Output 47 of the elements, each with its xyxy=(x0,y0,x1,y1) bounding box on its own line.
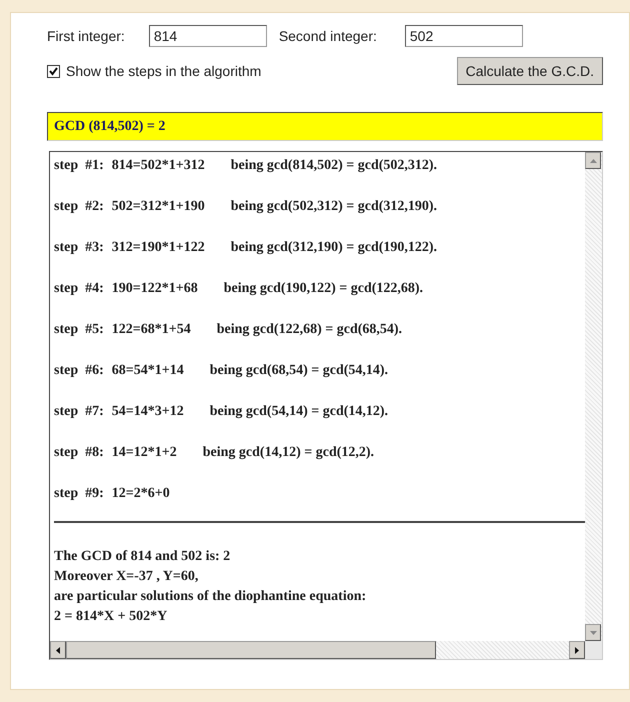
step-equation: 190=122*1+68 xyxy=(112,281,198,296)
step-note: being gcd(814,502) = gcd(502,312). xyxy=(230,158,438,175)
second-integer-label: Second integer: xyxy=(278,28,377,44)
calculate-button[interactable]: Calculate the G.C.D. xyxy=(456,57,603,85)
scroll-left-icon[interactable] xyxy=(50,641,66,659)
step-label: step #5: xyxy=(54,322,104,339)
step-label: step #8: xyxy=(54,445,104,462)
step-label: step #4: xyxy=(54,281,104,298)
step-equation: 502=312*1+190 xyxy=(112,199,205,214)
step-label: step #6: xyxy=(54,363,104,380)
step-label: step #9: xyxy=(54,486,104,503)
summary-line: 2 = 814*X + 502*Y xyxy=(54,609,168,624)
step-equation: 122=68*1+54 xyxy=(112,322,191,337)
horizontal-scrollbar[interactable] xyxy=(50,641,585,659)
step-note: being gcd(54,14) = gcd(14,12). xyxy=(210,404,388,421)
step-equation: 312=190*1+122 xyxy=(112,240,205,255)
summary-line: The GCD of 814 and 502 is: 2 xyxy=(54,549,230,564)
step-label: step #7: xyxy=(54,404,104,421)
step-note: being gcd(68,54) = gcd(54,14). xyxy=(210,363,388,380)
step-label: step #3: xyxy=(54,240,104,257)
summary-line: Moreover X=-37 , Y=60, xyxy=(54,569,198,584)
checkmark-icon xyxy=(49,66,58,76)
step-label: step #1: xyxy=(54,158,104,175)
step-note: being gcd(502,312) = gcd(312,190). xyxy=(230,199,438,216)
scroll-up-icon[interactable] xyxy=(585,152,601,169)
vertical-scrollbar[interactable] xyxy=(585,152,602,641)
step-equation: 14=12*1+2 xyxy=(112,445,177,460)
first-integer-label: First integer: xyxy=(47,28,125,44)
scrollbar-corner xyxy=(585,641,602,659)
step-note: being gcd(190,122) = gcd(122,68). xyxy=(224,281,424,298)
second-integer-field[interactable]: 502 xyxy=(404,25,523,47)
step-equation: 68=54*1+14 xyxy=(112,363,184,378)
step-note: being gcd(14,12) = gcd(12,2). xyxy=(202,445,374,462)
scroll-right-icon[interactable] xyxy=(569,641,585,659)
step-equation: 814=502*1+312 xyxy=(112,158,205,173)
step-note: being gcd(312,190) = gcd(190,122). xyxy=(230,240,438,257)
step-equation: 54=14*3+12 xyxy=(112,404,184,419)
gcd-result: GCD (814,502) = 2 xyxy=(47,112,603,141)
show-steps-checkbox[interactable] xyxy=(47,64,60,78)
step-label: step #2: xyxy=(54,199,104,216)
first-integer-field[interactable]: 814 xyxy=(148,25,267,47)
scroll-down-icon[interactable] xyxy=(585,624,601,641)
step-note: being gcd(122,68) = gcd(68,54). xyxy=(216,322,402,339)
summary-line: are particular solutions of the diophantine equation: xyxy=(54,589,366,604)
step-equation: 12=2*6+0 xyxy=(112,486,170,501)
show-steps-label: Show the steps in the algorithm xyxy=(66,63,262,79)
scrollbar-thumb[interactable] xyxy=(66,641,436,659)
